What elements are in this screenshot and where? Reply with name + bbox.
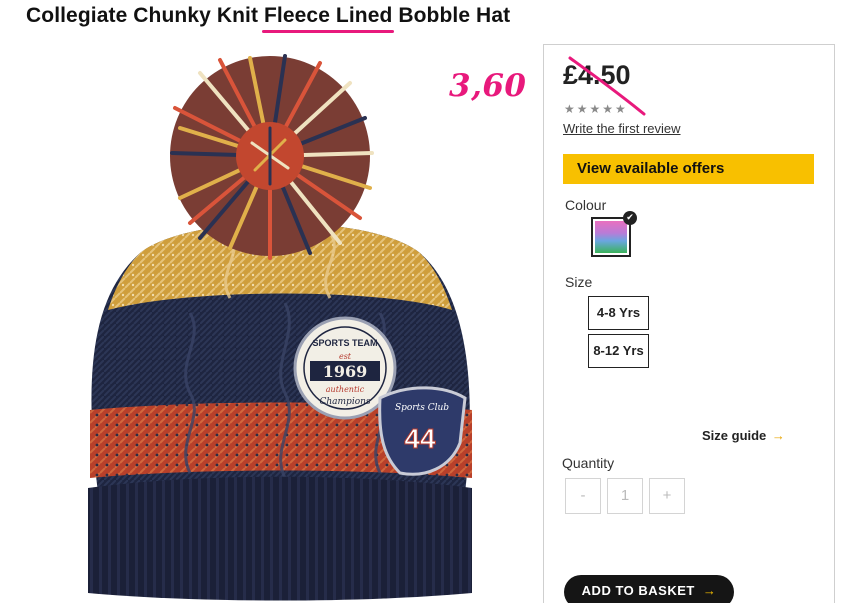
svg-text:44: 44 [404,423,436,454]
svg-text:1969: 1969 [323,362,368,381]
svg-text:Champions: Champions [319,397,370,407]
product-title: Collegiate Chunky Knit Fleece Lined Bobb… [26,4,510,28]
price: £4.50 [563,60,631,90]
rating-stars: ★★★★★ [564,102,628,116]
arrow-right-icon: → [702,583,717,598]
size-option-4-8[interactable]: 4-8 Yrs [588,296,649,330]
svg-text:SPORTS TEAM: SPORTS TEAM [312,338,377,348]
swatch-fill [595,221,627,253]
size-guide-link[interactable]: Size guide → [702,428,785,443]
size-guide-label: Size guide [702,428,767,443]
title-part-1: Collegiate Chunky Knit [26,4,264,27]
add-to-basket-label: ADD TO BASKET [581,583,695,598]
title-highlight: Fleece Lined [264,4,393,27]
size-label: Size [565,274,593,290]
svg-text:Sports Club: Sports Club [395,403,449,413]
svg-text:authentic: authentic [326,385,365,394]
handwritten-price-annotation: 3,60 [449,68,527,104]
colour-swatch[interactable]: ✔ [591,211,637,257]
check-icon: ✔ [623,211,637,225]
view-offers-button[interactable]: View available offers [563,154,814,184]
add-to-basket-button[interactable]: ADD TO BASKET → [564,575,734,603]
quantity-label: Quantity [562,455,615,471]
write-review-link[interactable]: Write the first review [563,121,681,136]
svg-text:est: est [339,352,352,361]
title-part-3: Bobble Hat [392,4,511,27]
arrow-right-icon: → [771,428,785,443]
quantity-input[interactable]: 1 [607,478,643,514]
quantity-increase-button[interactable]: + [649,478,685,514]
quantity-decrease-button[interactable]: - [565,478,601,514]
colour-label: Colour [565,197,607,213]
product-image: SPORTS TEAM est 1969 authentic Champions… [88,54,472,601]
size-option-8-12[interactable]: 8-12 Yrs [588,334,649,368]
